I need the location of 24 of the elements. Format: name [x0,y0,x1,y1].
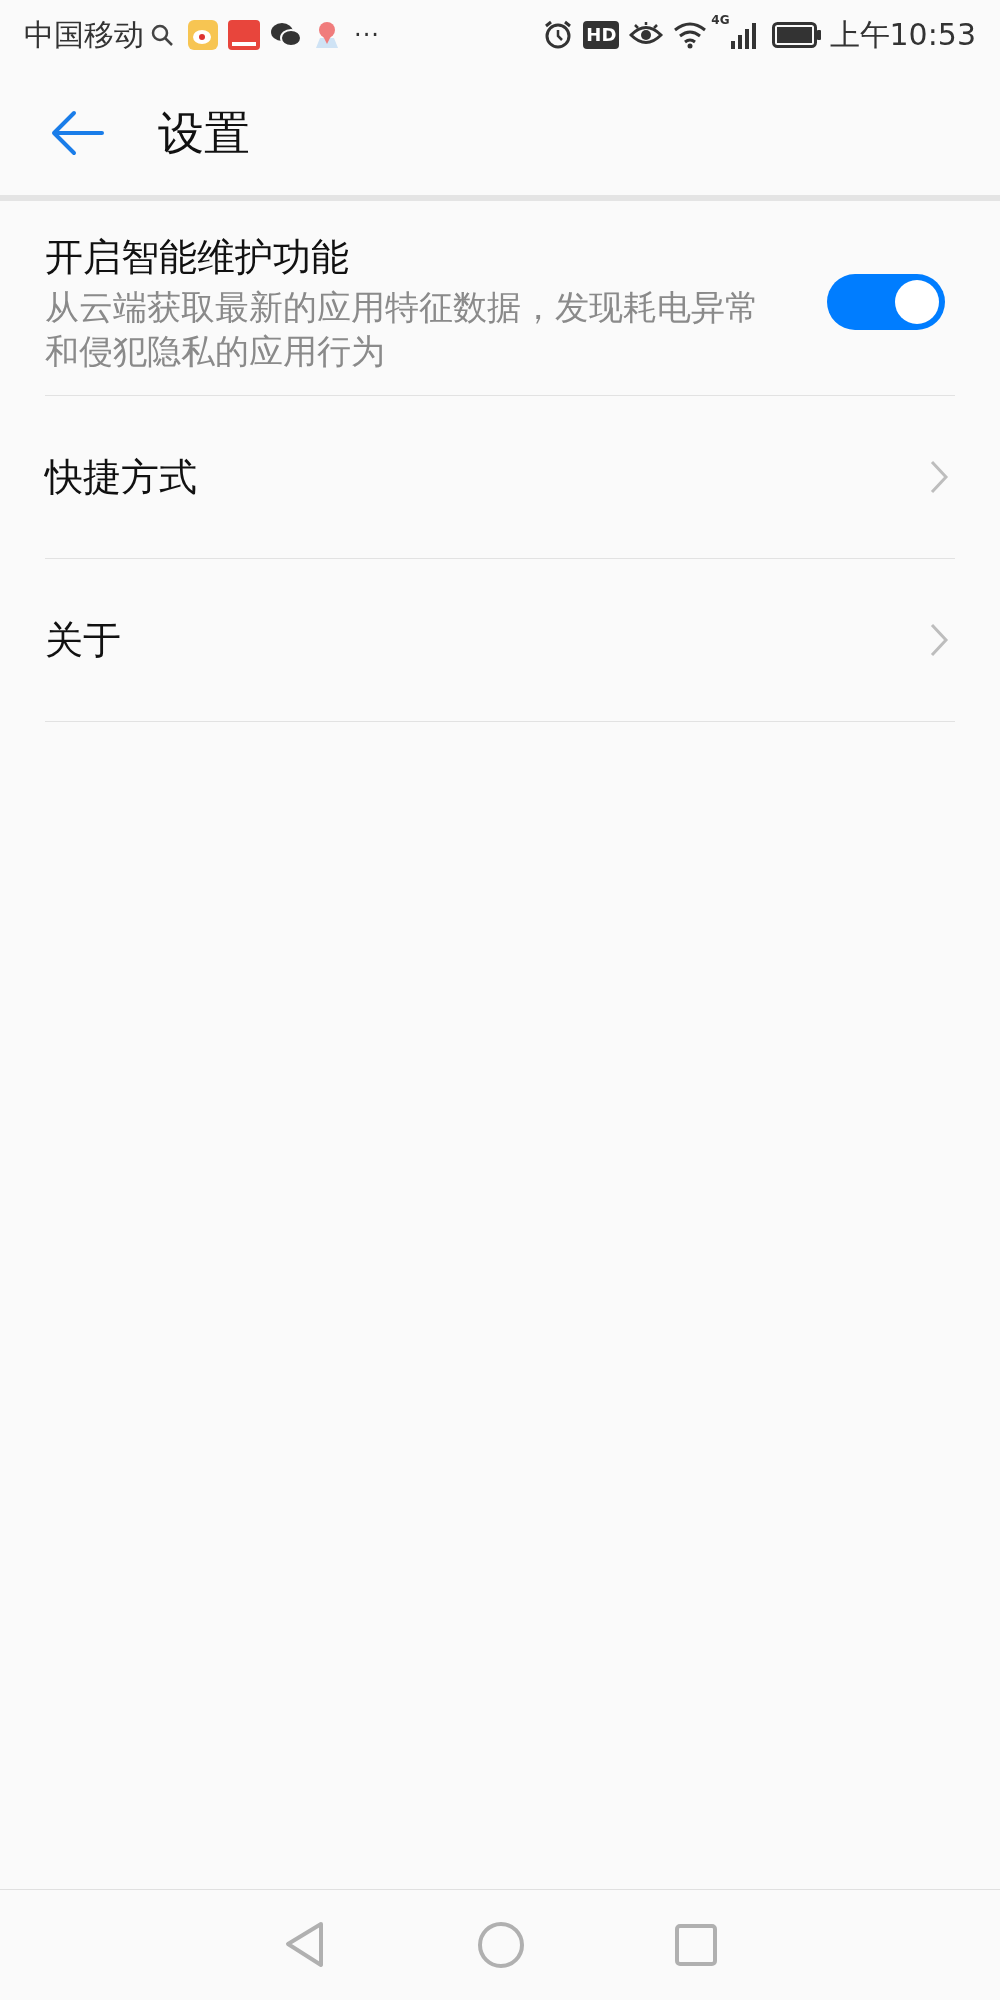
search-icon [150,23,174,47]
app-notification-icon [188,20,218,50]
back-arrow-icon[interactable] [50,109,104,156]
map-pin-icon [314,20,340,50]
chevron-right-icon [929,622,949,658]
more-notifications: ··· [354,23,380,47]
home-nav-icon[interactable] [477,1921,525,1969]
carrier-name: 中国移动 [24,20,144,50]
network-type: 4G [711,14,730,26]
alarm-clock-icon [543,20,574,50]
setting-description: 从云端获取最新的应用特征数据，发现耗电异常和侵犯隐私的应用行为 [45,286,760,373]
setting-title: 开启智能维护功能 [45,234,350,281]
page-title: 设置 [158,109,250,156]
setting-row[interactable]: 快捷方式 [45,396,955,559]
setting-row[interactable]: 关于 [45,559,955,722]
signal-icon [729,21,758,49]
hd-badge: HD [583,21,620,49]
battery-icon [771,22,822,48]
app-notification-icon [228,20,260,50]
chevron-right-icon [929,459,949,495]
recents-nav-icon[interactable] [675,1924,717,1966]
toggle-switch[interactable] [827,274,945,330]
status-time: 上午10:53 [829,20,976,50]
wifi-icon [673,21,708,49]
